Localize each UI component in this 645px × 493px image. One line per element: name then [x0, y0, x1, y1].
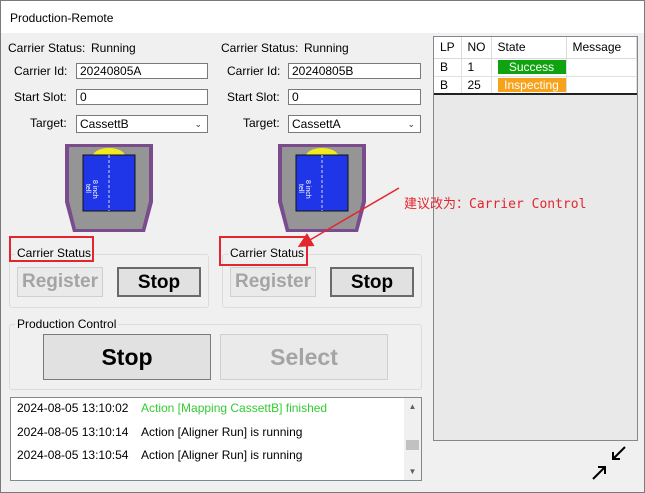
col-header-message[interactable]: Message	[566, 37, 637, 59]
log-message: Action [Aligner Run] is running	[141, 425, 303, 439]
log-time: 2024-08-05 13:10:14	[17, 425, 129, 439]
right-status-label: Carrier Status:	[221, 41, 299, 55]
left-status-value: Running	[91, 41, 136, 55]
left-status-label: Carrier Status:	[8, 41, 86, 55]
scroll-up-icon[interactable]: ▲	[404, 398, 421, 415]
right-status-value: Running	[304, 41, 349, 55]
state-badge-success: Success	[497, 60, 566, 74]
col-header-lp[interactable]: LP	[434, 37, 462, 59]
chevron-down-icon: ⌄	[194, 119, 202, 129]
log-message: Action [Aligner Run] is running	[141, 448, 303, 462]
cell-message	[566, 58, 637, 77]
production-select-button[interactable]: Select	[220, 334, 388, 380]
right-target-dropdown[interactable]: CassettA ⌄	[288, 115, 421, 133]
right-stop-button[interactable]: Stop	[330, 267, 414, 297]
right-carrier-id-label: Carrier Id:	[227, 64, 281, 78]
table-row[interactable]: B 25 Inspecting	[434, 76, 637, 95]
cell-message	[566, 76, 637, 95]
left-carrier-id-field[interactable]: 20240805A	[76, 63, 208, 79]
left-target-label: Target:	[30, 116, 67, 130]
right-start-slot-label: Start Slot:	[227, 90, 280, 104]
cell-lp: B	[434, 58, 462, 77]
left-register-button[interactable]: Register	[17, 267, 103, 297]
log-message: Action [Mapping CassettB] finished	[141, 401, 328, 415]
production-stop-button[interactable]: Stop	[43, 334, 211, 380]
annotation-arrow-icon	[297, 187, 400, 248]
scroll-down-icon[interactable]: ▼	[404, 463, 421, 480]
col-header-no[interactable]: NO	[461, 37, 492, 59]
action-log[interactable]: 2024-08-05 13:10:02 Action [Mapping Cass…	[10, 397, 422, 481]
left-start-slot-field[interactable]: 0	[76, 89, 208, 105]
left-cassette-size-text: 8 inch	[91, 180, 98, 199]
right-carrier-id-field[interactable]: 20240805B	[288, 63, 421, 79]
cell-lp: B	[434, 76, 462, 95]
left-carrier-id-label: Carrier Id:	[14, 64, 68, 78]
log-entry: 2024-08-05 13:10:02 Action [Mapping Cass…	[17, 401, 327, 415]
left-target-dropdown[interactable]: CassettB ⌄	[76, 115, 208, 133]
title-bar: Production-Remote	[1, 1, 644, 33]
chevron-down-icon: ⌄	[407, 119, 415, 129]
log-entry: 2024-08-05 13:10:54 Action [Aligner Run]…	[17, 448, 302, 462]
lp-status-table: LP NO State Message B 1 Success B 25 Ins…	[434, 37, 637, 95]
window-title: Production-Remote	[10, 11, 114, 25]
collapse-arrows-icon[interactable]	[589, 443, 629, 483]
log-time: 2024-08-05 13:10:02	[17, 401, 129, 415]
right-target-value: CassettA	[292, 117, 341, 131]
lp-status-grid: LP NO State Message B 1 Success B 25 Ins…	[433, 36, 638, 441]
cell-no: 25	[461, 76, 492, 95]
left-stop-button[interactable]: Stop	[117, 267, 201, 297]
review-annotation: 建议改为：Carrier Control	[404, 197, 587, 212]
log-entry: 2024-08-05 13:10:14 Action [Aligner Run]…	[17, 425, 302, 439]
right-register-button[interactable]: Register	[230, 267, 316, 297]
log-scrollbar[interactable]: ▲ ▼	[404, 398, 421, 480]
right-target-label: Target:	[243, 116, 280, 130]
left-highlight-box	[9, 236, 94, 262]
state-badge-inspecting: Inspecting	[497, 77, 566, 92]
scroll-thumb[interactable]	[406, 440, 419, 450]
right-start-slot-field[interactable]: 0	[288, 89, 421, 105]
table-row[interactable]: B 1 Success	[434, 58, 637, 77]
left-cassette-icon: tell 8 inch	[65, 144, 153, 232]
cell-no: 1	[461, 58, 492, 77]
left-target-value: CassettB	[80, 117, 129, 131]
production-remote-window: Production-Remote Carrier Status: Runnin…	[0, 0, 645, 493]
production-control-title: Production Control	[15, 317, 119, 331]
left-start-slot-label: Start Slot:	[14, 90, 67, 104]
left-cassette-side-text: tell	[84, 184, 91, 193]
col-header-state[interactable]: State	[491, 37, 567, 59]
log-time: 2024-08-05 13:10:54	[17, 448, 129, 462]
